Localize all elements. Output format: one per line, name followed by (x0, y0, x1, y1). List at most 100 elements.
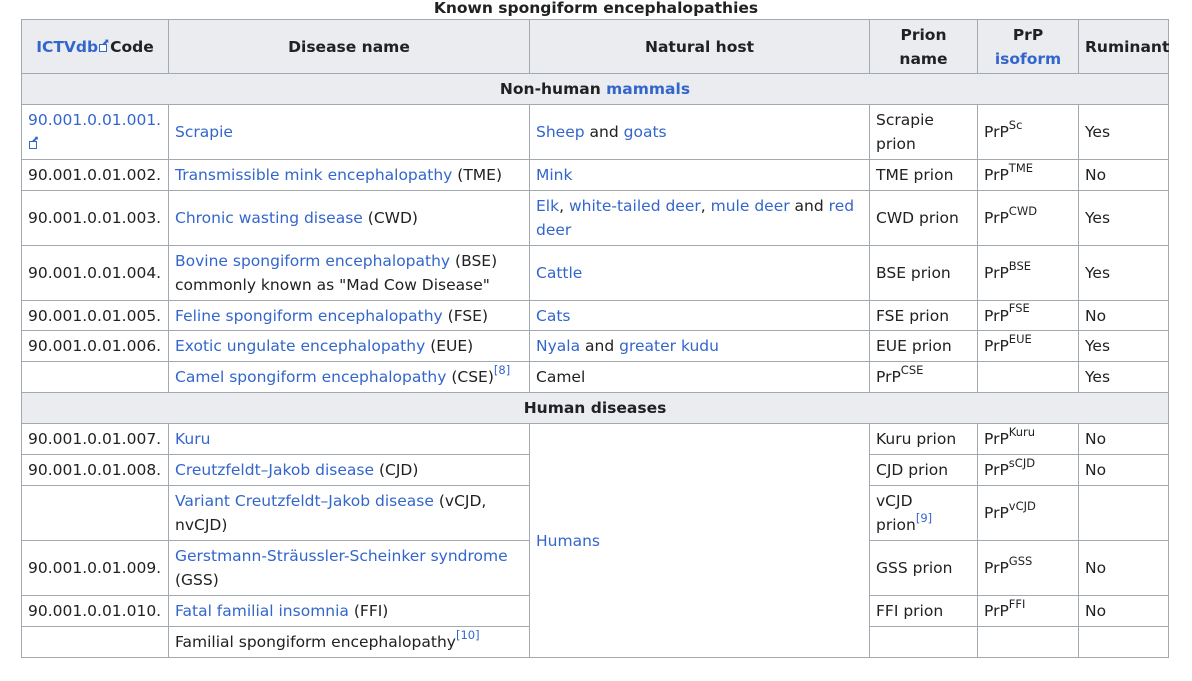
section-human-diseases: Human diseases (21, 392, 1169, 424)
reference-link[interactable]: [9] (916, 511, 932, 525)
prp-prefix: PrP (876, 368, 901, 386)
prp-cell: PrPEUE (977, 330, 1079, 362)
code-cell: 90.001.0.01.002. (21, 159, 169, 191)
disease-link[interactable]: Fatal familial insomnia (175, 602, 349, 620)
prion-cell: vCJD prion[9] (869, 485, 978, 541)
spongiform-encephalopathies-table: ICTVdb ⬈ Code Disease name Natural host Pr… (21, 19, 1169, 658)
prion-cell: CJD prion (869, 454, 978, 486)
disease-cell: Variant Creutzfeldt–Jakob disease (vCJD,… (168, 485, 530, 541)
table-row: 90.001.0.01.005. Feline spongiform encep… (21, 300, 1169, 331)
prion-cell: BSE prion (869, 245, 978, 301)
prp-superscript: Sc (1008, 117, 1023, 132)
prp-superscript: FFI (1008, 596, 1026, 611)
prp-cell: PrPsCJD (977, 454, 1079, 486)
host-link[interactable]: goats (624, 123, 667, 141)
table-row: Camel spongiform encephalopathy (CSE)[8]… (21, 361, 1169, 393)
host-cell: Nyala and greater kudu (529, 330, 870, 362)
disease-cell: Bovine spongiform encephalopathy (BSE) co… (168, 245, 530, 301)
host-link[interactable]: Mink (536, 166, 572, 184)
prp-cell: PrPFFI (977, 595, 1079, 627)
table-row: 90.001.0.01.003. Chronic wasting disease… (21, 190, 1169, 246)
prp-isoform-header: PrP isoform (977, 19, 1079, 74)
code-link[interactable]: 90.001.0.01.001. (28, 111, 161, 129)
host-link[interactable]: Cats (536, 307, 570, 325)
host-link[interactable]: Cattle (536, 264, 582, 282)
section-row-non-human: Non-human mammals (21, 73, 1169, 105)
prp-cell (977, 626, 1079, 658)
humans-link[interactable]: Humans (536, 532, 600, 550)
ruminant-cell: No (1078, 595, 1169, 627)
disease-abbreviation: (EUE) (430, 337, 474, 355)
prp-superscript: TME (1008, 160, 1034, 175)
prp-cell: PrPGSS (977, 540, 1079, 596)
table-row: 90.001.0.01.006. Exotic ungulate encepha… (21, 330, 1169, 362)
host-link[interactable]: Elk (536, 197, 559, 215)
ictvdb-link[interactable]: ICTVdb (36, 38, 98, 56)
code-cell: 90.001.0.01.008. (21, 454, 169, 486)
code-cell (21, 485, 169, 541)
prp-prefix: PrP (984, 123, 1009, 141)
disease-cell: Feline spongiform encephalopathy (FSE) (168, 300, 530, 331)
prp-prefix: PrP (984, 209, 1009, 227)
prp-cell: PrPKuru (977, 423, 1079, 455)
host-link[interactable]: mule deer (711, 197, 790, 215)
prp-cell: PrPSc (977, 104, 1079, 160)
ruminant-cell (1078, 485, 1169, 541)
host-link[interactable]: Nyala (536, 337, 580, 355)
code-cell: 90.001.0.01.005. (21, 300, 169, 331)
prion-cell: GSS prion (869, 540, 978, 596)
isoform-link[interactable]: isoform (984, 47, 1072, 71)
prp-superscript: sCJD (1008, 455, 1036, 470)
code-cell: 90.001.0.01.004. (21, 245, 169, 301)
disease-link[interactable]: Variant Creutzfeldt–Jakob disease (175, 492, 434, 510)
host-link[interactable]: Sheep (536, 123, 585, 141)
disease-link[interactable]: Transmissible mink encephalopathy (175, 166, 452, 184)
disease-link[interactable]: Bovine spongiform encephalopathy (175, 252, 450, 270)
prp-cell: PrPBSE (977, 245, 1079, 301)
prp-prefix: PrP (984, 461, 1009, 479)
prp-prefix: PrP (984, 602, 1009, 620)
reference-link[interactable]: [10] (456, 628, 480, 642)
external-link-icon: ⬈ (29, 136, 39, 149)
host-link[interactable]: white-tailed deer (569, 197, 701, 215)
disease-link[interactable]: Camel spongiform encephalopathy (175, 368, 446, 386)
host-link[interactable]: greater kudu (619, 337, 719, 355)
disease-name: Familial spongiform encephalopathy (175, 633, 456, 651)
prion-cell: FSE prion (869, 300, 978, 331)
mammals-link[interactable]: mammals (606, 80, 690, 98)
prp-superscript: GSS (1008, 553, 1033, 568)
prp-cell: PrPvCJD (977, 485, 1079, 541)
table-caption: Known spongiform encephalopathies (433, 0, 759, 17)
disease-link[interactable]: Chronic wasting disease (175, 209, 363, 227)
code-cell (21, 361, 169, 393)
disease-link[interactable]: Scrapie (175, 123, 233, 141)
disease-link[interactable]: Creutzfeldt–Jakob disease (175, 461, 374, 479)
disease-abbreviation: (FSE) (447, 306, 489, 325)
table-row: 90.001.0.01.007. Kuru Humans Kuru prion … (21, 423, 1169, 658)
host-cell: Mink (529, 159, 870, 191)
disease-link[interactable]: Gerstmann-Sträussler-Scheinker syndrome (175, 547, 508, 565)
code-header: ICTVdb ⬈ Code (21, 19, 169, 74)
section-label: Non-human (499, 80, 601, 98)
prion-cell: Kuru prion (869, 423, 978, 455)
conjunction: and (585, 337, 615, 355)
natural-host-header: Natural host (529, 19, 870, 74)
disease-cell: Creutzfeldt–Jakob disease (CJD) (168, 454, 530, 486)
table-row: 90.001.0.01.001. ⬈ Scrapie Sheep and goat… (21, 104, 1169, 160)
disease-cell: Transmissible mink encephalopathy (TME) (168, 159, 530, 191)
prp-prefix: PrP (984, 306, 1009, 325)
external-link-icon: ⬈ (99, 38, 109, 52)
ruminant-cell: Yes (1078, 190, 1169, 246)
disease-link[interactable]: Feline spongiform encephalopathy (175, 307, 443, 325)
reference-link[interactable]: [8] (494, 363, 510, 377)
disease-abbreviation: (BSE) (455, 252, 498, 270)
disease-link[interactable]: Exotic ungulate encephalopathy (175, 337, 425, 355)
prp-prefix: PrP (984, 166, 1009, 184)
prp-cell: PrPTME (977, 159, 1079, 191)
prion-name: vCJD prion (876, 492, 916, 534)
disease-link[interactable]: Kuru (175, 430, 210, 448)
code-cell: 90.001.0.01.007. (21, 423, 169, 455)
prp-cell: PrPCWD (977, 190, 1079, 246)
code-cell: 90.001.0.01.001. ⬈ (21, 104, 169, 160)
disease-cell: Fatal familial insomnia (FFI) (168, 595, 530, 627)
